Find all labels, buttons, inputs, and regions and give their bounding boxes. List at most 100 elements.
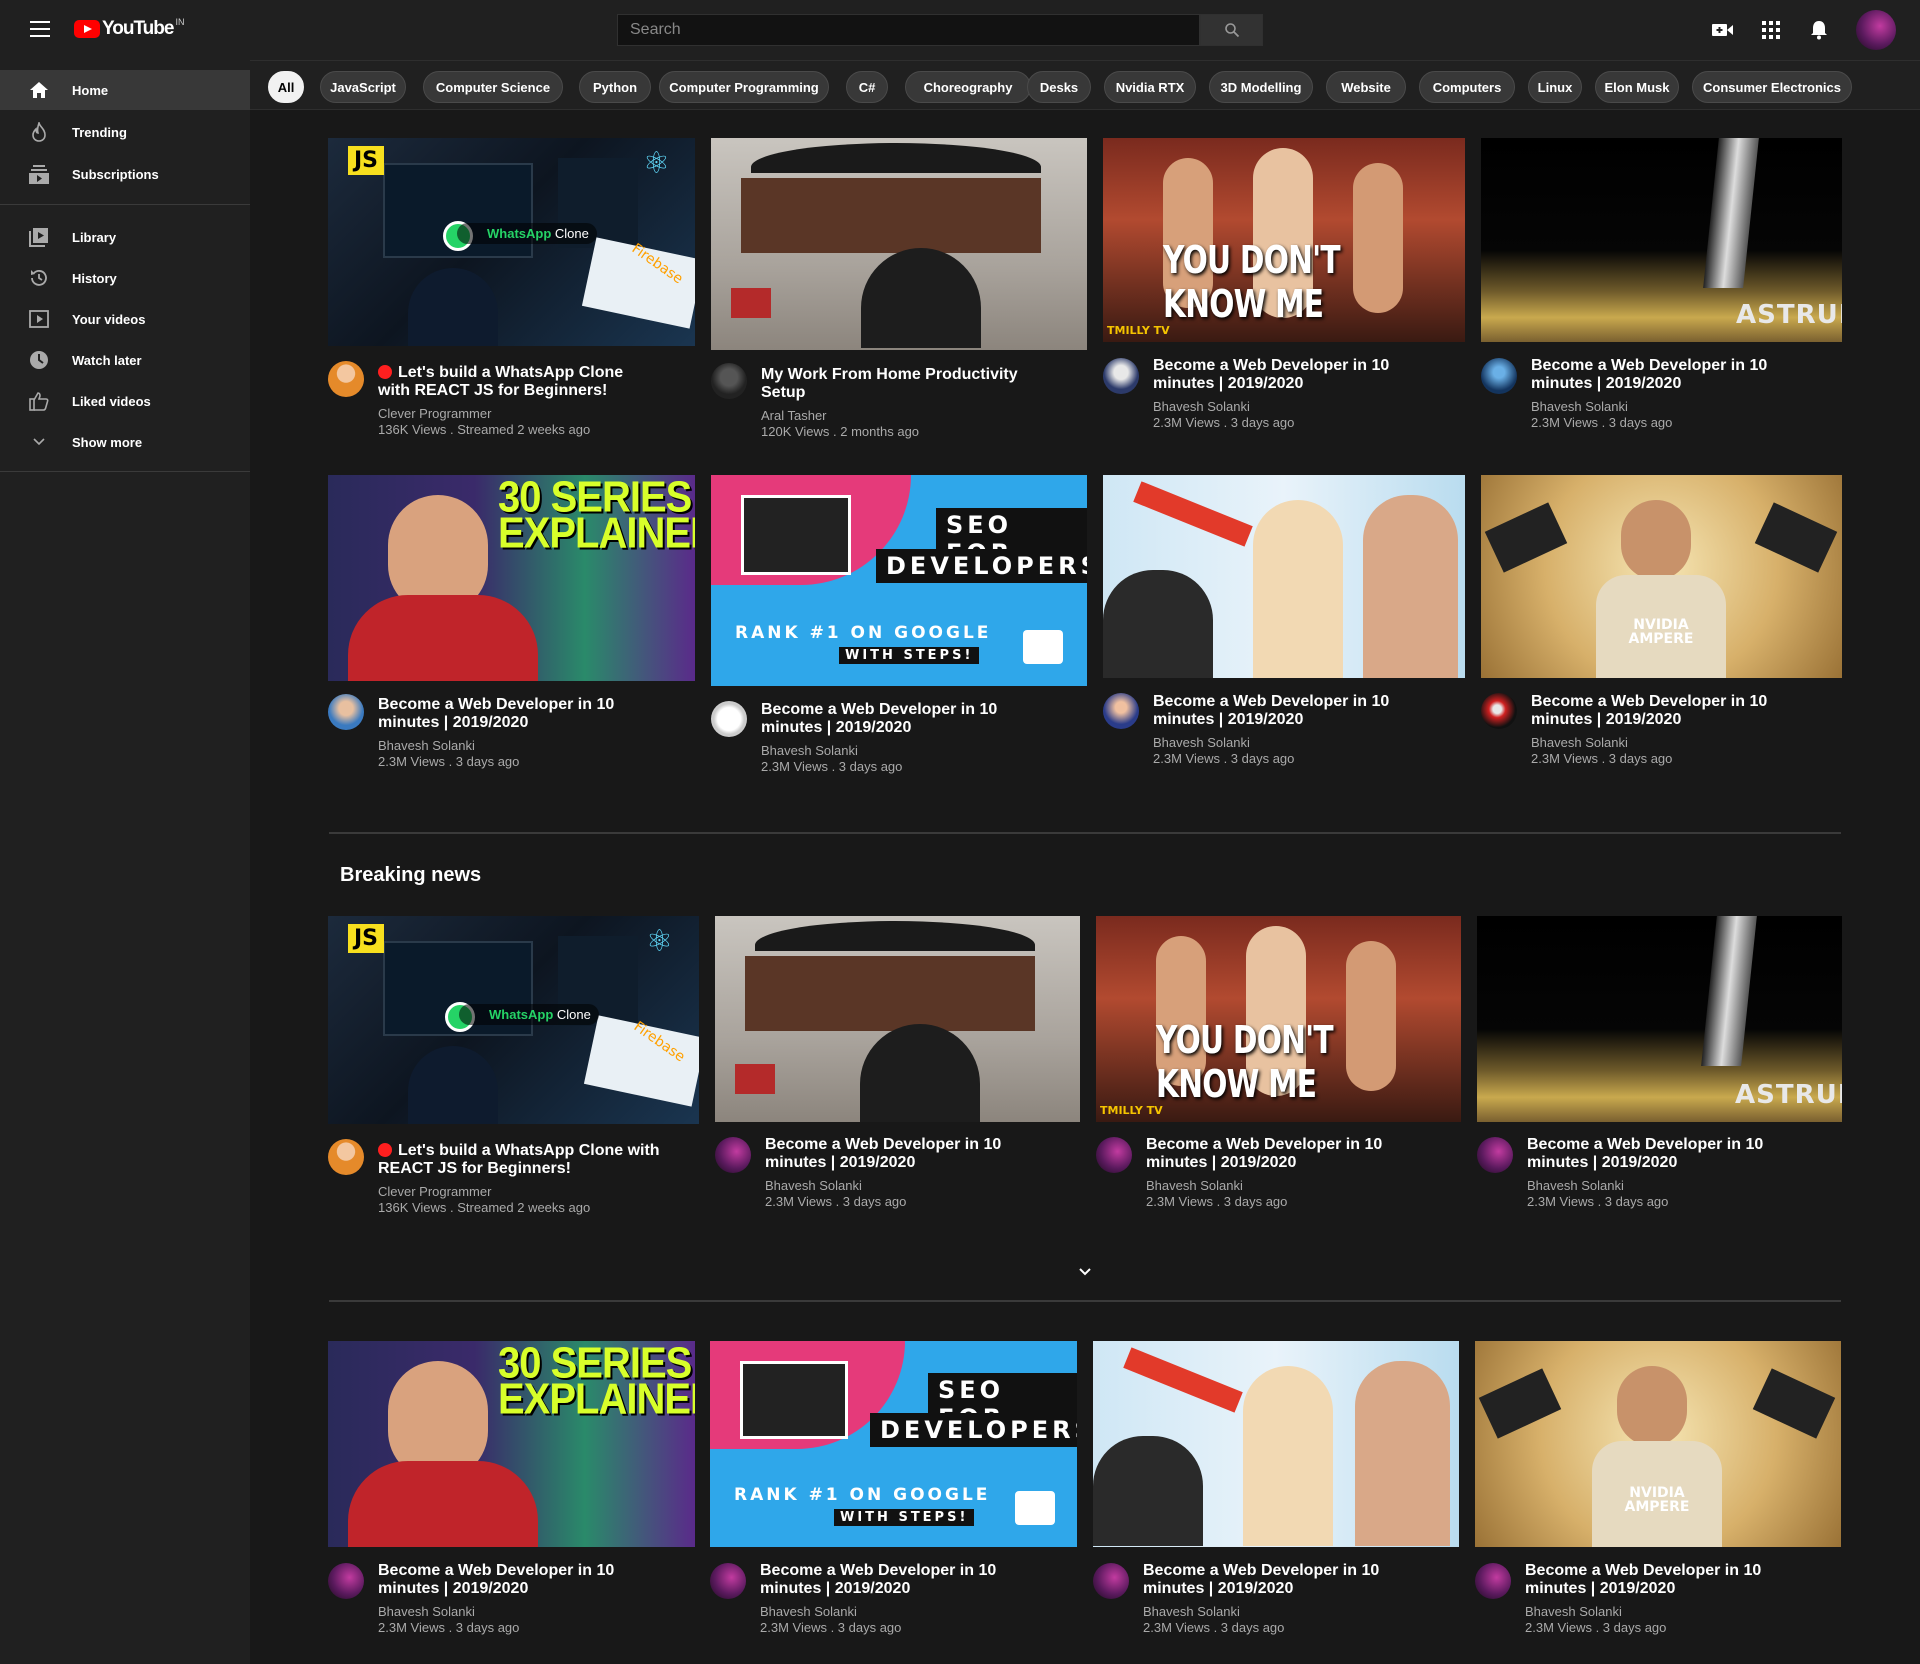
channel-avatar[interactable] <box>1103 358 1139 394</box>
channel-name[interactable]: Clever Programmer <box>378 406 491 421</box>
video-thumbnail[interactable] <box>715 916 1080 1122</box>
channel-name[interactable]: Aral Tasher <box>761 408 827 423</box>
video-thumbnail[interactable]: ASTRUM <box>1477 916 1842 1122</box>
sidebar-item-your-videos[interactable]: Your videos <box>0 299 250 339</box>
video-title[interactable]: Become a Web Developer in 10 minutes | 20… <box>378 696 668 732</box>
apps-grid-icon[interactable] <box>1759 18 1783 42</box>
channel-avatar[interactable] <box>1093 1563 1129 1599</box>
sidebar-item-trending[interactable]: Trending <box>0 112 250 152</box>
chip-3d-modelling[interactable]: 3D Modelling <box>1209 71 1313 103</box>
channel-name[interactable]: Bhavesh Solanki <box>760 1604 857 1619</box>
channel-avatar[interactable] <box>710 1563 746 1599</box>
channel-name[interactable]: Bhavesh Solanki <box>1153 399 1250 414</box>
video-thumbnail[interactable]: JS ⚛ WhatsApp Clone Firebase <box>328 916 699 1124</box>
video-thumbnail[interactable]: SEO FOR DEVELOPERS RANK #1 ON GOOGLE WIT… <box>710 1341 1077 1547</box>
chip-csharp[interactable]: C# <box>846 71 888 103</box>
video-title[interactable]: Become a Web Developer in 10 minutes | 20… <box>1531 693 1821 729</box>
channel-avatar[interactable] <box>1096 1137 1132 1173</box>
video-title[interactable]: My Work From Home Productivity Setup <box>761 366 1051 402</box>
chip-computer-programming[interactable]: Computer Programming <box>659 71 829 103</box>
video-title[interactable]: Become a Web Developer in 10 minutes | 20… <box>378 1562 668 1598</box>
thumb-text: WhatsApp Clone <box>457 223 597 244</box>
channel-name[interactable]: Bhavesh Solanki <box>761 743 858 758</box>
video-title[interactable]: Become a Web Developer in 10 minutes | 20… <box>1527 1136 1817 1172</box>
channel-name[interactable]: Bhavesh Solanki <box>1146 1178 1243 1193</box>
channel-name[interactable]: Bhavesh Solanki <box>1531 399 1628 414</box>
chip-nvidia-rtx[interactable]: Nvidia RTX <box>1104 71 1196 103</box>
video-title[interactable]: Become a Web Developer in 10 minutes | 20… <box>1153 357 1443 393</box>
sidebar-item-history[interactable]: History <box>0 258 250 298</box>
chip-choreography[interactable]: Choreography <box>905 71 1031 103</box>
bell-icon[interactable] <box>1807 18 1831 42</box>
chip-javascript[interactable]: JavaScript <box>320 71 406 103</box>
channel-avatar[interactable] <box>1475 1563 1511 1599</box>
channel-name[interactable]: Clever Programmer <box>378 1184 491 1199</box>
chip-website[interactable]: Website <box>1326 71 1406 103</box>
video-thumbnail[interactable] <box>1093 1341 1459 1547</box>
video-thumbnail[interactable]: 30 SERIES EXPLAINED! <box>328 475 695 681</box>
channel-avatar[interactable] <box>711 363 747 399</box>
video-title[interactable]: Become a Web Developer in 10 minutes | 20… <box>765 1136 1055 1172</box>
channel-avatar[interactable] <box>711 701 747 737</box>
video-title[interactable]: Become a Web Developer in 10 minutes | 20… <box>760 1562 1050 1598</box>
channel-avatar[interactable] <box>328 694 364 730</box>
chip-computer-science[interactable]: Computer Science <box>423 71 563 103</box>
video-thumbnail[interactable]: NVIDIA AMPERE <box>1481 475 1842 678</box>
channel-avatar[interactable] <box>1103 693 1139 729</box>
channel-name[interactable]: Bhavesh Solanki <box>378 738 475 753</box>
video-title[interactable]: Become a Web Developer in 10 minutes | 20… <box>1153 693 1443 729</box>
video-thumbnail[interactable]: 30 SERIES EXPLAINED! <box>328 1341 695 1547</box>
video-thumbnail[interactable] <box>1103 475 1465 678</box>
sidebar-item-home[interactable]: Home <box>0 70 250 110</box>
channel-name[interactable]: Bhavesh Solanki <box>1143 1604 1240 1619</box>
chip-all[interactable]: All <box>268 71 304 103</box>
video-title[interactable]: Become a Web Developer in 10 minutes | 20… <box>761 701 1051 737</box>
sidebar-item-library[interactable]: Library <box>0 217 250 257</box>
video-title-line: REACT JS for Beginners! <box>378 1160 571 1177</box>
video-title[interactable]: Become a Web Developer in 10 minutes | 20… <box>1525 1562 1815 1598</box>
channel-name[interactable]: Bhavesh Solanki <box>1527 1178 1624 1193</box>
create-video-icon[interactable] <box>1711 18 1735 42</box>
chip-python[interactable]: Python <box>579 71 651 103</box>
channel-avatar[interactable] <box>1481 693 1517 729</box>
channel-avatar[interactable] <box>328 361 364 397</box>
channel-name[interactable]: Bhavesh Solanki <box>1153 735 1250 750</box>
chip-linux[interactable]: Linux <box>1528 71 1582 103</box>
chip-computers[interactable]: Computers <box>1419 71 1515 103</box>
youtube-logo[interactable]: YouTube IN <box>74 17 184 40</box>
chip-elon-musk[interactable]: Elon Musk <box>1595 71 1679 103</box>
channel-avatar[interactable] <box>1481 358 1517 394</box>
video-title[interactable]: Become a Web Developer in 10 minutes | 20… <box>1146 1136 1436 1172</box>
chip-desks[interactable]: Desks <box>1027 71 1091 103</box>
video-thumbnail[interactable]: SEO FOR DEVELOPERS RANK #1 ON GOOGLE WIT… <box>711 475 1087 686</box>
channel-avatar[interactable] <box>715 1137 751 1173</box>
clock-icon <box>28 349 50 371</box>
video-thumbnail[interactable]: YOU DON'T KNOW ME TMILLY TV <box>1096 916 1461 1122</box>
channel-avatar[interactable] <box>328 1139 364 1175</box>
channel-name[interactable]: Bhavesh Solanki <box>765 1178 862 1193</box>
sidebar-item-watch-later[interactable]: Watch later <box>0 340 250 380</box>
search-input[interactable]: Search <box>617 14 1200 46</box>
video-thumbnail[interactable]: NVIDIA AMPERE <box>1475 1341 1841 1547</box>
video-title[interactable]: Let's build a WhatsApp Clone with REACT J… <box>378 1142 688 1178</box>
account-avatar[interactable] <box>1856 10 1896 50</box>
video-thumbnail[interactable]: YOU DON'T KNOW ME TMILLY TV <box>1103 138 1465 342</box>
menu-icon[interactable] <box>30 21 50 37</box>
video-thumbnail[interactable]: JS ⚛ WhatsApp Clone Firebase <box>328 138 695 346</box>
channel-avatar[interactable] <box>1477 1137 1513 1173</box>
sidebar-item-subscriptions[interactable]: Subscriptions <box>0 154 250 194</box>
expand-section-button[interactable] <box>1075 1262 1095 1282</box>
channel-name[interactable]: Bhavesh Solanki <box>1531 735 1628 750</box>
video-thumbnail[interactable]: ASTRUM <box>1481 138 1842 342</box>
sidebar-item-liked-videos[interactable]: Liked videos <box>0 381 250 421</box>
chip-consumer-electronics[interactable]: Consumer Electronics <box>1692 71 1852 103</box>
channel-name[interactable]: Bhavesh Solanki <box>378 1604 475 1619</box>
channel-name[interactable]: Bhavesh Solanki <box>1525 1604 1622 1619</box>
video-title[interactable]: Let's build a WhatsApp Clone with REACT J… <box>378 364 668 400</box>
sidebar-item-show-more[interactable]: Show more <box>0 422 250 462</box>
video-thumbnail[interactable] <box>711 138 1087 350</box>
channel-avatar[interactable] <box>328 1563 364 1599</box>
video-title[interactable]: Become a Web Developer in 10 minutes | 20… <box>1143 1562 1433 1598</box>
search-button[interactable] <box>1200 14 1263 46</box>
video-title[interactable]: Become a Web Developer in 10 minutes | 20… <box>1531 357 1821 393</box>
